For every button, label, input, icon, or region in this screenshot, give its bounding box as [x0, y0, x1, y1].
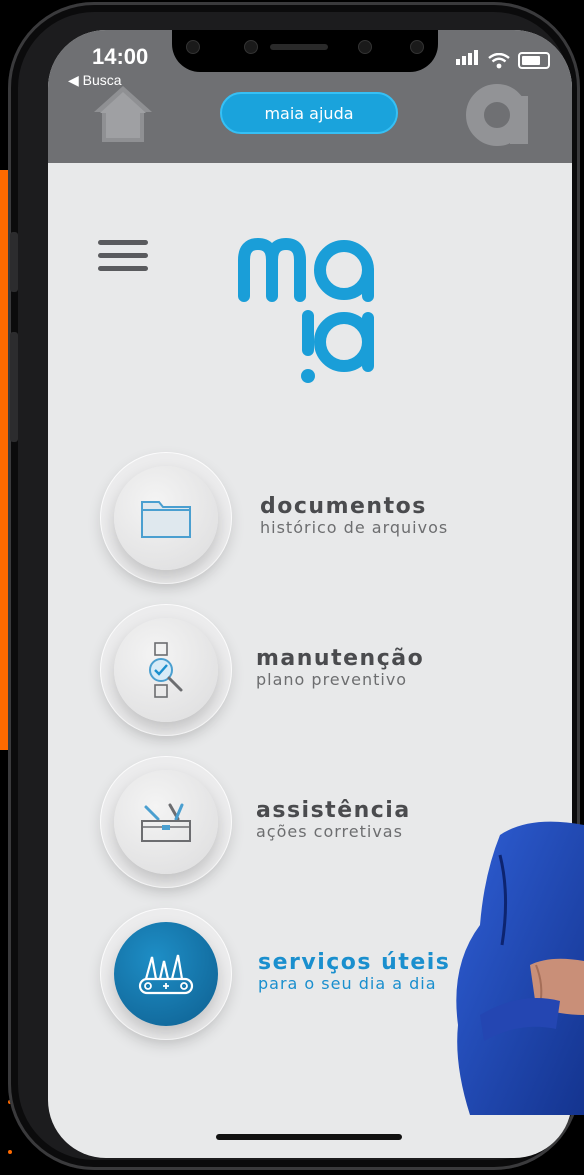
menu-item-text: serviços úteis para o seu dia a dia [258, 952, 450, 994]
status-time: 14:00 [92, 44, 149, 69]
status-icons [456, 50, 550, 69]
maia-logo [238, 237, 374, 383]
menu-item-subtitle: histórico de arquivos [260, 518, 449, 537]
home-indicator [216, 1134, 402, 1140]
multitool-icon [138, 954, 194, 995]
phone-notch [172, 30, 438, 72]
backdrop-dot [8, 1150, 12, 1154]
menu-item-title: assistência [256, 798, 411, 823]
maia-help-button[interactable]: maia ajuda [220, 92, 398, 134]
menu-item-ring [100, 908, 232, 1040]
speaker-grille [270, 44, 328, 50]
menu-item-ring [100, 756, 232, 888]
menu-item-button[interactable] [114, 466, 218, 570]
menu-item-manutencao[interactable]: manutenção plano preventivo [100, 604, 540, 744]
battery-icon [518, 52, 550, 69]
menu-item-title: serviços úteis [258, 950, 451, 975]
camera-icon [186, 40, 200, 54]
sensor-icon [410, 40, 424, 54]
signal-icon [456, 50, 480, 69]
menu-item-button[interactable] [114, 770, 218, 874]
menu-item-button[interactable] [114, 922, 218, 1026]
app-header: 14:00 ◀ Busca maia ajuda [48, 30, 572, 163]
hamburger-menu-button[interactable] [98, 240, 148, 280]
menu-item-text: assistência ações corretivas [256, 800, 411, 842]
menu-item-title: documentos [260, 494, 427, 519]
menu-item-documentos[interactable]: documentos histórico de arquivos [100, 452, 540, 592]
sensor-icon [244, 40, 258, 54]
menu-item-ring [100, 452, 232, 584]
wifi-icon [488, 53, 510, 69]
menu-item-subtitle: para o seu dia a dia [258, 974, 437, 993]
menu-item-subtitle: ações corretivas [256, 822, 403, 841]
worker-photo [456, 821, 584, 1115]
checklist-magnifier-icon [149, 642, 183, 698]
profile-icon[interactable] [466, 82, 532, 148]
menu-item-text: manutenção plano preventivo [256, 648, 424, 690]
phone-side-button [10, 332, 18, 442]
menu-item-ring [100, 604, 232, 736]
menu-item-subtitle: plano preventivo [256, 670, 408, 689]
menu-item-title: manutenção [256, 646, 425, 671]
home-icon[interactable] [92, 84, 154, 144]
toolbox-icon [141, 803, 191, 842]
menu-item-button[interactable] [114, 618, 218, 722]
menu-item-text: documentos histórico de arquivos [260, 496, 448, 538]
phone-side-button [10, 232, 18, 292]
sensor-icon [358, 40, 372, 54]
folder-icon [141, 501, 191, 538]
